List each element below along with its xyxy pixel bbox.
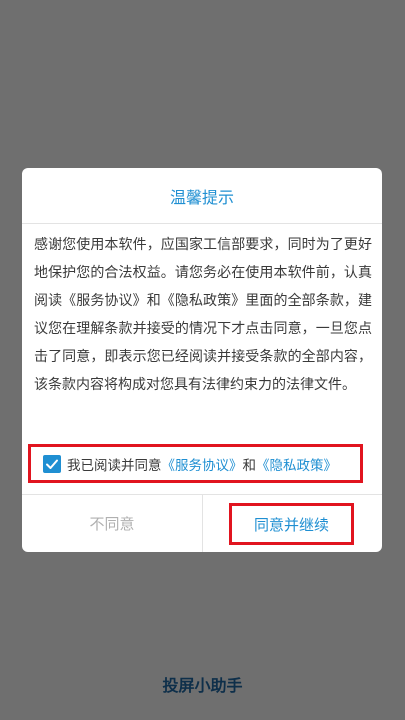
consent-prefix: 我已阅读并同意 xyxy=(67,457,162,474)
consent-checkbox[interactable] xyxy=(43,454,61,473)
agree-continue-button[interactable]: 同意并继续 xyxy=(229,503,354,545)
buttons-separator xyxy=(202,495,203,552)
agreement-dialog: 温馨提示 感谢您使用本软件，应国家工信部要求，同时为了更好地保护您的合法权益。请… xyxy=(22,168,382,552)
dialog-body-text: 感谢您使用本软件，应国家工信部要求，同时为了更好地保护您的合法权益。请您务必在使… xyxy=(34,237,372,393)
app-name-label: 投屏小助手 xyxy=(162,676,243,695)
consent-row[interactable]: 我已阅读并同意 《服务协议》 和 《隐私政策》 xyxy=(28,444,363,483)
dialog-title: 温馨提示 xyxy=(169,187,234,207)
consent-conjunction: 和 xyxy=(242,457,257,474)
privacy-policy-link[interactable]: 《隐私政策》 xyxy=(256,454,337,474)
checkmark-icon xyxy=(46,459,58,469)
disagree-button[interactable]: 不同意 xyxy=(22,495,202,552)
title-divider xyxy=(22,223,382,224)
service-agreement-link[interactable]: 《服务协议》 xyxy=(162,454,243,474)
